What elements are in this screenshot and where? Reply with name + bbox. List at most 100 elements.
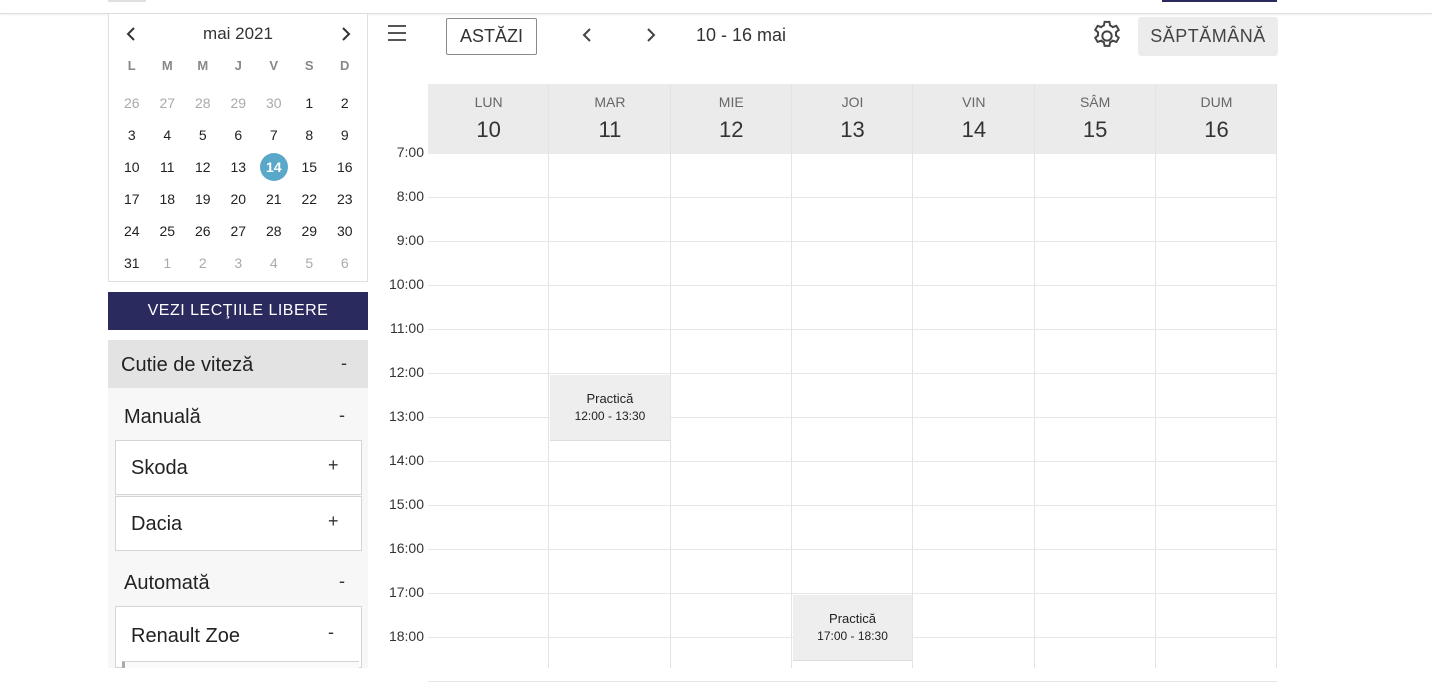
weekday-label: V bbox=[269, 58, 279, 73]
day-cell[interactable]: 5 bbox=[185, 119, 221, 151]
column-divider bbox=[912, 84, 913, 668]
column-divider bbox=[670, 84, 671, 668]
day-cell[interactable]: 27 bbox=[150, 87, 186, 119]
hour-gridline bbox=[428, 593, 1277, 594]
collapse-toggle[interactable]: - bbox=[328, 622, 334, 643]
column-divider bbox=[548, 84, 549, 668]
day-cell[interactable]: 30 bbox=[256, 87, 292, 119]
car-filter-renault-zoe[interactable]: Renault Zoe - bbox=[115, 606, 362, 668]
today-button[interactable]: ASTĂZI bbox=[446, 18, 537, 55]
hour-label: 16:00 bbox=[388, 540, 424, 556]
day-cell[interactable]: 23 bbox=[327, 183, 363, 215]
day-cell[interactable]: 4 bbox=[150, 119, 186, 151]
weekday-name: SÂM bbox=[1079, 94, 1111, 110]
car-filter-skoda[interactable]: Skoda + bbox=[115, 440, 362, 495]
day-cell[interactable]: 8 bbox=[292, 119, 328, 151]
menu-button[interactable] bbox=[386, 22, 408, 44]
hour-label: 13:00 bbox=[388, 408, 424, 424]
day-cell[interactable]: 17 bbox=[114, 183, 150, 215]
day-cell[interactable]: 2 bbox=[185, 247, 221, 279]
day-cell[interactable]: 22 bbox=[292, 183, 328, 215]
manual-collapse-toggle[interactable]: - bbox=[339, 405, 345, 426]
day-cell[interactable]: 29 bbox=[221, 87, 257, 119]
settings-button[interactable] bbox=[1090, 19, 1124, 53]
car-filter-dacia[interactable]: Dacia + bbox=[115, 496, 362, 551]
day-column-header: MAR 11 bbox=[549, 84, 671, 154]
day-cell[interactable]: 30 bbox=[327, 215, 363, 247]
day-cell[interactable]: 2 bbox=[327, 87, 363, 119]
column-divider bbox=[791, 84, 792, 668]
event-title: Practică bbox=[829, 611, 877, 626]
hour-label: 10:00 bbox=[388, 276, 424, 292]
expand-toggle[interactable]: + bbox=[328, 455, 339, 476]
prev-week-button[interactable] bbox=[577, 24, 597, 46]
view-selector-button[interactable]: SĂPTĂMÂNĂ bbox=[1138, 17, 1278, 56]
automatic-filter-row[interactable]: Automată - bbox=[108, 558, 368, 608]
manual-filter-label: Manuală bbox=[124, 406, 201, 428]
day-cell[interactable]: 13 bbox=[221, 151, 257, 183]
day-cell[interactable]: 26 bbox=[185, 215, 221, 247]
lesson-event[interactable]: Practică 17:00 - 18:30 bbox=[792, 595, 913, 661]
weekday-name: MIE bbox=[718, 94, 744, 110]
day-cell[interactable]: 10 bbox=[114, 151, 150, 183]
day-cell[interactable]: 6 bbox=[221, 119, 257, 151]
hour-gridline bbox=[428, 461, 1277, 462]
day-cell[interactable]: 3 bbox=[221, 247, 257, 279]
chevron-right-icon bbox=[647, 28, 656, 42]
day-column-header: DUM 16 bbox=[1155, 84, 1278, 154]
manual-filter-row[interactable]: Manuală - bbox=[108, 392, 368, 442]
day-cell[interactable]: 28 bbox=[256, 215, 292, 247]
expand-toggle[interactable]: + bbox=[328, 511, 339, 532]
day-cell[interactable]: 26 bbox=[114, 87, 150, 119]
top-bar bbox=[0, 0, 1432, 14]
day-cell[interactable]: 24 bbox=[114, 215, 150, 247]
day-cell[interactable]: 9 bbox=[327, 119, 363, 151]
day-cell[interactable]: 7 bbox=[256, 119, 292, 151]
day-cell[interactable]: 29 bbox=[292, 215, 328, 247]
day-cell[interactable]: 19 bbox=[185, 183, 221, 215]
day-cell[interactable]: 6 bbox=[327, 247, 363, 279]
day-cell[interactable]: 18 bbox=[150, 183, 186, 215]
automatic-collapse-toggle[interactable]: - bbox=[339, 571, 345, 592]
day-cell[interactable]: 4 bbox=[256, 247, 292, 279]
free-lessons-button[interactable]: VEZI LECŢIILE LIBERE bbox=[108, 292, 368, 330]
day-cell[interactable]: 21 bbox=[256, 183, 292, 215]
weekday-name: VIN bbox=[962, 94, 986, 110]
week-grid: LUN 10 MAR 11 MIE 12 JOI 13 VIN 14 SÂM 15 DUM 16 Pract… bbox=[428, 84, 1278, 682]
selected-day[interactable]: 14 bbox=[256, 151, 292, 183]
hour-label: 18:00 bbox=[388, 628, 424, 644]
day-cell[interactable]: 20 bbox=[221, 183, 257, 215]
day-cell[interactable]: 16 bbox=[327, 151, 363, 183]
weekday-label: M bbox=[197, 58, 209, 73]
hour-gridline bbox=[428, 549, 1277, 550]
day-cell[interactable]: 27 bbox=[221, 215, 257, 247]
day-number: 11 bbox=[598, 117, 622, 142]
day-cell[interactable]: 28 bbox=[185, 87, 221, 119]
hour-gridline bbox=[428, 505, 1277, 506]
day-cell[interactable]: 31 bbox=[114, 247, 150, 279]
mini-calendar-header: mai 2021 bbox=[109, 20, 367, 48]
weekday-label: J bbox=[234, 58, 242, 73]
day-cell[interactable]: 1 bbox=[292, 87, 328, 119]
gearbox-filter-header[interactable]: Cutie de viteză - bbox=[108, 340, 368, 388]
day-cell[interactable]: 12 bbox=[185, 151, 221, 183]
day-cell[interactable]: 1 bbox=[150, 247, 186, 279]
lesson-event[interactable]: Practică 12:00 - 13:30 bbox=[550, 375, 670, 441]
gearbox-collapse-toggle[interactable]: - bbox=[341, 353, 347, 374]
car-filter-label: Skoda bbox=[131, 457, 188, 479]
date-range-label: 10 - 16 mai bbox=[696, 25, 787, 45]
day-cell[interactable]: 25 bbox=[150, 215, 186, 247]
car-filter-label: Renault Zoe bbox=[131, 625, 240, 647]
day-column-header: JOI 13 bbox=[791, 84, 914, 154]
hour-label: 8:00 bbox=[396, 188, 424, 204]
mini-calendar-next-button[interactable] bbox=[332, 20, 360, 48]
day-cell[interactable]: 11 bbox=[150, 151, 186, 183]
day-cell[interactable]: 15 bbox=[292, 151, 328, 183]
filter-panel: Cutie de viteză - Manuală - Skoda + Daci… bbox=[108, 340, 368, 668]
event-title: Practică bbox=[586, 391, 634, 406]
weekday-name: DUM bbox=[1200, 94, 1233, 110]
hour-gridline bbox=[428, 285, 1277, 286]
day-cell[interactable]: 3 bbox=[114, 119, 150, 151]
day-cell[interactable]: 5 bbox=[292, 247, 328, 279]
next-week-button[interactable] bbox=[641, 24, 661, 46]
